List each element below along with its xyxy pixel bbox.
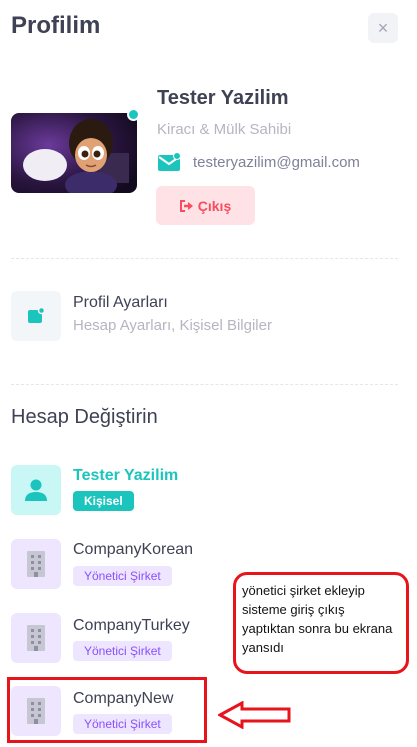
mail-icon (157, 152, 181, 174)
account-badge: Yönetici Şirket (73, 641, 172, 661)
sign-out-icon (179, 199, 193, 212)
logout-label: Çıkış (197, 197, 232, 214)
account-badge: Yönetici Şirket (73, 566, 172, 586)
annotation-note: yönetici şirket ekleyip sisteme giriş çı… (233, 572, 409, 674)
close-button[interactable]: × (368, 13, 398, 43)
account-badge: Kişisel (73, 491, 134, 511)
account-name[interactable]: CompanyKorean (73, 541, 193, 559)
account-name[interactable]: Tester Yazilim (73, 467, 178, 485)
account-name[interactable]: CompanyTurkey (73, 617, 190, 635)
page-title: Profilim (11, 12, 101, 39)
profile-settings-item[interactable] (11, 291, 61, 341)
user-icon (25, 479, 47, 501)
avatar-image (11, 113, 137, 193)
switch-account-title: Hesap Değiştirin (11, 406, 158, 428)
account-item-companyturkey[interactable] (11, 613, 61, 663)
logout-button[interactable]: Çıkış (156, 186, 255, 225)
building-icon (27, 551, 45, 577)
account-item-companykorean[interactable] (11, 539, 61, 589)
divider (11, 258, 398, 259)
avatar (11, 113, 137, 193)
settings-card-icon (28, 306, 46, 323)
user-name: Tester Yazilim (157, 87, 289, 109)
highlight-rectangle (7, 677, 207, 743)
account-item-tester[interactable] (11, 465, 61, 515)
annotation-arrow-icon (218, 701, 291, 729)
profile-settings-subtitle: Hesap Ayarları, Kişisel Bilgiler (73, 317, 272, 334)
divider (11, 384, 398, 385)
profile-settings-title[interactable]: Profil Ayarları (73, 294, 168, 312)
user-role: Kiracı & Mülk Sahibi (157, 121, 292, 138)
user-email[interactable]: testeryazilim@gmail.com (193, 154, 360, 171)
building-icon (27, 625, 45, 651)
online-status-dot (127, 108, 140, 121)
close-icon: × (377, 17, 389, 38)
